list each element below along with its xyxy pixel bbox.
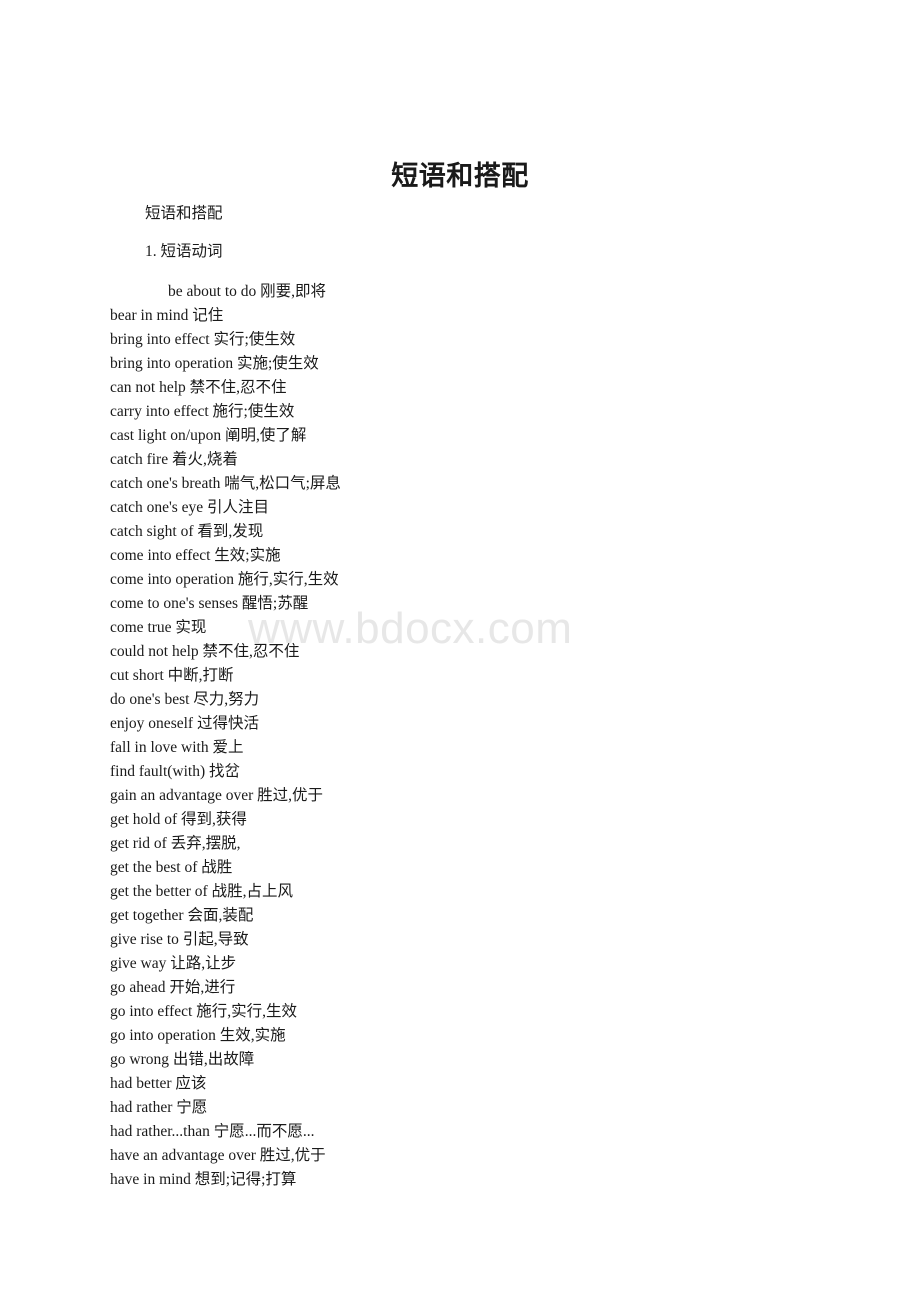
list-item: can not help 禁不住,忍不住 — [110, 379, 287, 396]
list-item: enjoy oneself 过得快活 — [110, 715, 259, 732]
list-item: could not help 禁不住,忍不住 — [110, 643, 300, 660]
list-item: bear in mind 记住 — [110, 307, 224, 324]
list-item: do one's best 尽力,努力 — [110, 691, 260, 708]
list-item: give rise to 引起,导致 — [110, 931, 249, 948]
list-item: catch fire 着火,烧着 — [110, 451, 238, 468]
list-item: get the best of 战胜 — [110, 859, 233, 876]
phrase-entry-list: be about to do 刚要,即将 bear in mind 记住 bring… — [110, 280, 870, 1192]
list-item: go into operation 生效,实施 — [110, 1027, 286, 1044]
list-item: find fault(with) 找岔 — [110, 763, 241, 780]
list-item: come into effect 生效;实施 — [110, 547, 281, 564]
list-item: carry into effect 施行;使生效 — [110, 403, 295, 420]
list-item: bring into effect 实行;使生效 — [110, 331, 296, 348]
list-item: cut short 中断,打断 — [110, 667, 234, 684]
section-heading: 1. 短语动词 — [145, 243, 223, 260]
list-item: catch one's breath 喘气,松口气;屏息 — [110, 475, 341, 492]
list-item: get together 会面,装配 — [110, 907, 254, 924]
list-item: gain an advantage over 胜过,优于 — [110, 787, 324, 804]
list-item: come to one's senses 醒悟;苏醒 — [110, 595, 309, 612]
list-item: come into operation 施行,实行,生效 — [110, 571, 339, 588]
list-item: had rather 宁愿 — [110, 1099, 208, 1116]
document-heading: 短语和搭配 — [145, 205, 223, 222]
list-item: cast light on/upon 阐明,使了解 — [110, 427, 307, 444]
list-item: give way 让路,让步 — [110, 955, 237, 972]
list-item: bring into operation 实施;使生效 — [110, 355, 319, 372]
list-item: go into effect 施行,实行,生效 — [110, 1003, 297, 1020]
list-item: catch sight of 看到,发现 — [110, 523, 264, 540]
document-page: www.bdocx.com 短语和搭配 短语和搭配 1. 短语动词 be abo… — [0, 0, 920, 1302]
list-item: get hold of 得到,获得 — [110, 811, 247, 828]
list-item: go ahead 开始,进行 — [110, 979, 236, 996]
list-item: had rather...than 宁愿...而不愿... — [110, 1123, 315, 1140]
list-item: get rid of 丢弃,摆脱, — [110, 835, 241, 852]
list-item: be about to do 刚要,即将 — [168, 283, 326, 300]
list-item: fall in love with 爱上 — [110, 739, 244, 756]
list-item: go wrong 出错,出故障 — [110, 1051, 255, 1068]
list-item: had better 应该 — [110, 1075, 207, 1092]
list-item: have in mind 想到;记得;打算 — [110, 1171, 297, 1188]
list-item: have an advantage over 胜过,优于 — [110, 1147, 326, 1164]
list-item: come true 实现 — [110, 619, 207, 636]
list-item: get the better of 战胜,占上风 — [110, 883, 293, 900]
page-title: 短语和搭配 — [391, 161, 529, 192]
list-item: catch one's eye 引人注目 — [110, 499, 270, 516]
